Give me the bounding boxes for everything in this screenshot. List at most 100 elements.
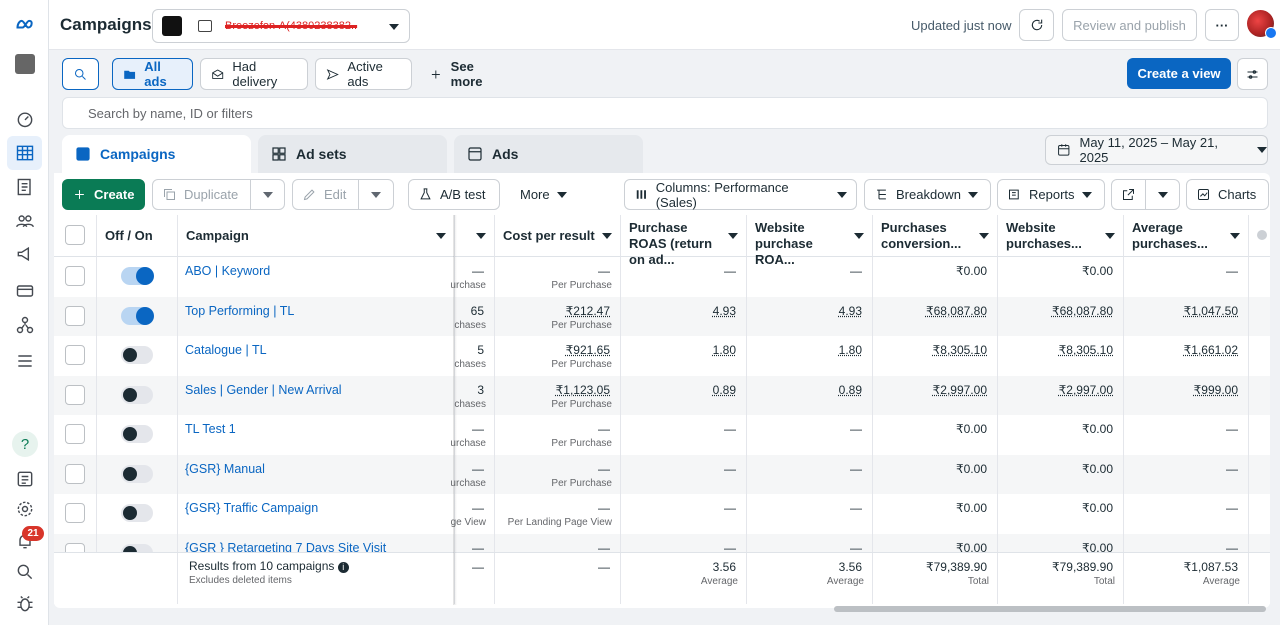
- table-row[interactable]: {GSR} Traffic Campaign — ge View — Per Landi…: [54, 494, 1270, 534]
- campaign-toggle[interactable]: [121, 267, 154, 285]
- profile-avatar[interactable]: [1247, 10, 1277, 39]
- filter-all-ads[interactable]: All ads: [112, 58, 193, 90]
- campaign-toggle[interactable]: [121, 464, 153, 483]
- search-input[interactable]: Search by name, ID or filters: [62, 97, 1268, 129]
- row-end-cell: [1249, 336, 1270, 376]
- audiences-icon[interactable]: [12, 208, 38, 234]
- create-view-button[interactable]: Create a view: [1127, 58, 1231, 89]
- header-website-roas[interactable]: Website purchase ROA...: [747, 215, 873, 267]
- edit-dropdown-button[interactable]: [358, 179, 394, 210]
- campaign-name-link[interactable]: ABO | Keyword: [185, 264, 270, 278]
- campaign-toggle[interactable]: [121, 425, 153, 443]
- table-row[interactable]: Catalogue | TL 5 chases ₹921.65 Per Purchase…: [54, 336, 1270, 376]
- network-icon[interactable]: [12, 312, 38, 338]
- header-cost-per-result[interactable]: Cost per result: [495, 215, 621, 257]
- cell-pconv: ₹0.00: [873, 257, 998, 297]
- news-icon[interactable]: [12, 466, 38, 492]
- duplicate-dropdown-button[interactable]: [250, 179, 285, 210]
- charts-button[interactable]: Charts: [1186, 179, 1269, 210]
- footer-wpur-value: ₹79,389.90: [1051, 560, 1113, 574]
- filter-active-ads[interactable]: Active ads: [315, 58, 412, 90]
- header-purchase-roas[interactable]: Purchase ROAS (return on ad...: [621, 215, 747, 267]
- search-toggle-button[interactable]: [62, 58, 99, 90]
- view-settings-button[interactable]: [1237, 58, 1268, 90]
- cell-pconv: ₹8,305.10: [873, 336, 998, 376]
- table-row[interactable]: ABO | Keyword — urchase — Per Purchase — — ₹0.0…: [54, 257, 1270, 297]
- create-button[interactable]: Create: [62, 179, 145, 210]
- cell-wpur: ₹0.00: [998, 415, 1124, 455]
- menu-icon[interactable]: [12, 348, 38, 374]
- settings-gear-icon[interactable]: [12, 496, 38, 522]
- refresh-button[interactable]: [1019, 9, 1054, 41]
- campaign-toggle[interactable]: [121, 306, 154, 325]
- reports-button[interactable]: Reports: [997, 179, 1105, 210]
- review-publish-button[interactable]: Review and publish: [1062, 9, 1197, 41]
- bug-icon[interactable]: [12, 591, 38, 617]
- cell-cpr: ₹1,123.05 Per Purchase: [495, 375, 621, 415]
- cell-roas: 1.80: [621, 336, 747, 376]
- cell-pconv: ₹0.00: [873, 494, 998, 534]
- campaigns-table-icon[interactable]: [7, 136, 42, 170]
- tab-ads[interactable]: Ads: [454, 135, 643, 173]
- campaign-toggle[interactable]: [121, 346, 153, 364]
- date-range-picker[interactable]: May 11, 2025 – May 21, 2025: [1045, 135, 1268, 165]
- more-actions-button[interactable]: More: [511, 179, 580, 210]
- campaign-name-link[interactable]: {GSR} Traffic Campaign: [185, 501, 318, 515]
- account-avatar-icon[interactable]: [12, 51, 38, 77]
- tab-ad-sets[interactable]: Ad sets: [258, 135, 447, 173]
- header-campaign[interactable]: Campaign: [178, 215, 455, 257]
- cell-cpr-sub: Per Landing Page View: [507, 517, 612, 528]
- cell-avg-value: ₹1,661.02: [1183, 343, 1238, 357]
- duplicate-button[interactable]: Duplicate: [152, 179, 251, 210]
- more-options-button[interactable]: ···: [1205, 9, 1239, 41]
- breakdown-button[interactable]: Breakdown: [864, 179, 991, 210]
- header-average-purchases[interactable]: Average purchases...: [1124, 215, 1249, 257]
- header-results[interactable]: [455, 215, 495, 257]
- header-website-purchases[interactable]: Website purchases...: [998, 215, 1124, 257]
- footer-results-value: —: [472, 560, 484, 574]
- see-more-button[interactable]: See more: [419, 58, 514, 90]
- tab-campaigns[interactable]: Campaigns: [62, 135, 251, 173]
- edit-button[interactable]: Edit: [292, 179, 359, 210]
- table-row[interactable]: Top Performing | TL 65 chases ₹212.47 Per Pu…: [54, 296, 1270, 336]
- cell-avg: —: [1124, 454, 1249, 494]
- columns-button[interactable]: Columns: Performance (Sales): [624, 179, 857, 210]
- export-dropdown-button[interactable]: [1145, 179, 1180, 210]
- campaign-name-link[interactable]: Catalogue | TL: [185, 343, 267, 357]
- cell-results-sub: chases: [454, 359, 486, 370]
- horizontal-scrollbar[interactable]: [834, 606, 1266, 612]
- campaign-name-link[interactable]: TL Test 1: [185, 422, 236, 436]
- cell-wroas: —: [747, 494, 873, 534]
- table-row[interactable]: {GSR} Manual — urchase — Per Purchase — — ₹0.00…: [54, 454, 1270, 494]
- campaign-name-link[interactable]: Sales | Gender | New Arrival: [185, 383, 342, 397]
- add-column-button[interactable]: [1249, 215, 1270, 257]
- export-button[interactable]: [1111, 179, 1146, 210]
- help-icon[interactable]: ?: [12, 431, 38, 457]
- header-avg-label: Average purchases...: [1132, 220, 1208, 251]
- search-icon[interactable]: [12, 559, 38, 585]
- filter-had-delivery[interactable]: Had delivery: [200, 58, 308, 90]
- select-all-checkbox[interactable]: [65, 225, 85, 245]
- filter-had-delivery-label: Had delivery: [232, 59, 278, 89]
- campaign-toggle[interactable]: [121, 385, 153, 404]
- cell-wroas: 1.80: [747, 336, 873, 376]
- pages-icon[interactable]: [12, 174, 38, 200]
- ab-test-button[interactable]: A/B test: [408, 179, 500, 210]
- filter-all-ads-label: All ads: [144, 59, 167, 89]
- folder-icon: [124, 70, 136, 79]
- megaphone-icon[interactable]: [12, 241, 38, 267]
- footer-cpr-value: —: [598, 560, 610, 574]
- info-icon[interactable]: i: [337, 562, 349, 573]
- campaign-name-cell: ABO | Keyword: [178, 257, 455, 297]
- campaign-name-link[interactable]: Top Performing | TL: [185, 304, 294, 318]
- header-purchases-conversion[interactable]: Purchases conversion...: [873, 215, 998, 257]
- campaign-toggle[interactable]: [121, 504, 153, 522]
- dashboard-gauge-icon[interactable]: [12, 106, 38, 132]
- account-selector[interactable]: Breezefon-A(4380238382..: [152, 9, 410, 43]
- footer-wroas-value: 3.56: [838, 560, 862, 574]
- table-row[interactable]: Sales | Gender | New Arrival 3 chases ₹1,12…: [54, 375, 1270, 415]
- table-row[interactable]: TL Test 1— urchase — Per Purchase — — ₹0.00 ₹0.…: [54, 415, 1270, 455]
- campaign-name-link[interactable]: {GSR} Manual: [185, 462, 265, 476]
- billing-card-icon[interactable]: [12, 278, 38, 304]
- meta-logo-icon[interactable]: [12, 12, 38, 38]
